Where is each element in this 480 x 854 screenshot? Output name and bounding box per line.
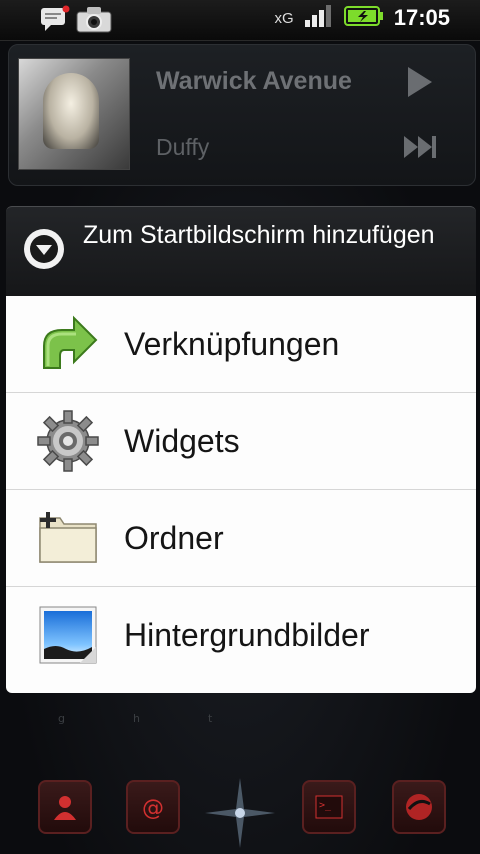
signal-strength-icon [304, 4, 334, 32]
dialog-title: Zum Startbildschirm hinzufügen [83, 221, 435, 249]
email-icon[interactable]: @ [126, 780, 180, 834]
option-label: Widgets [124, 423, 240, 459]
dropdown-arrow-icon [24, 229, 64, 269]
add-to-home-dialog: Zum Startbildschirm hinzufügen Verknüpfu… [6, 206, 476, 693]
browser-icon[interactable] [392, 780, 446, 834]
track-title: Warwick Avenue [156, 67, 352, 95]
option-wallpapers[interactable]: Hintergrundbilder [6, 587, 476, 683]
terminal-icon[interactable]: >_ [302, 780, 356, 834]
shortcut-arrow-icon [36, 312, 100, 376]
next-track-icon[interactable] [404, 136, 438, 162]
folder-icon [36, 506, 100, 570]
album-art[interactable] [18, 58, 130, 170]
option-widgets[interactable]: Widgets [6, 393, 476, 490]
dialog-header: Zum Startbildschirm hinzufügen [6, 206, 476, 297]
option-label: Hintergrundbilder [124, 617, 370, 653]
message-notification-icon [40, 5, 70, 37]
gear-icon [36, 409, 100, 473]
option-shortcuts[interactable]: Verknüpfungen [6, 296, 476, 393]
track-artist: Duffy [156, 134, 210, 160]
svg-text:>_: >_ [319, 800, 332, 811]
contacts-icon[interactable] [38, 780, 92, 834]
dialog-option-list: Verknüpfungen Widgets Ordner Hintergrund… [6, 296, 476, 693]
option-label: Ordner [124, 520, 224, 556]
camera-notification-icon [76, 5, 112, 37]
network-type-label: xG [274, 9, 294, 27]
option-folder[interactable]: Ordner [6, 490, 476, 587]
status-bar: xG 17:05 [0, 0, 480, 41]
dock: @ >_ [0, 770, 480, 854]
status-clock: 17:05 [393, 5, 450, 30]
play-icon[interactable] [408, 67, 432, 97]
wallpaper-icon [36, 603, 100, 667]
svg-text:@: @ [142, 796, 164, 821]
launcher-icon[interactable] [205, 778, 275, 848]
battery-charging-icon [343, 5, 384, 31]
option-label: Verknüpfungen [124, 326, 340, 362]
dock-labels: ght [58, 712, 281, 725]
